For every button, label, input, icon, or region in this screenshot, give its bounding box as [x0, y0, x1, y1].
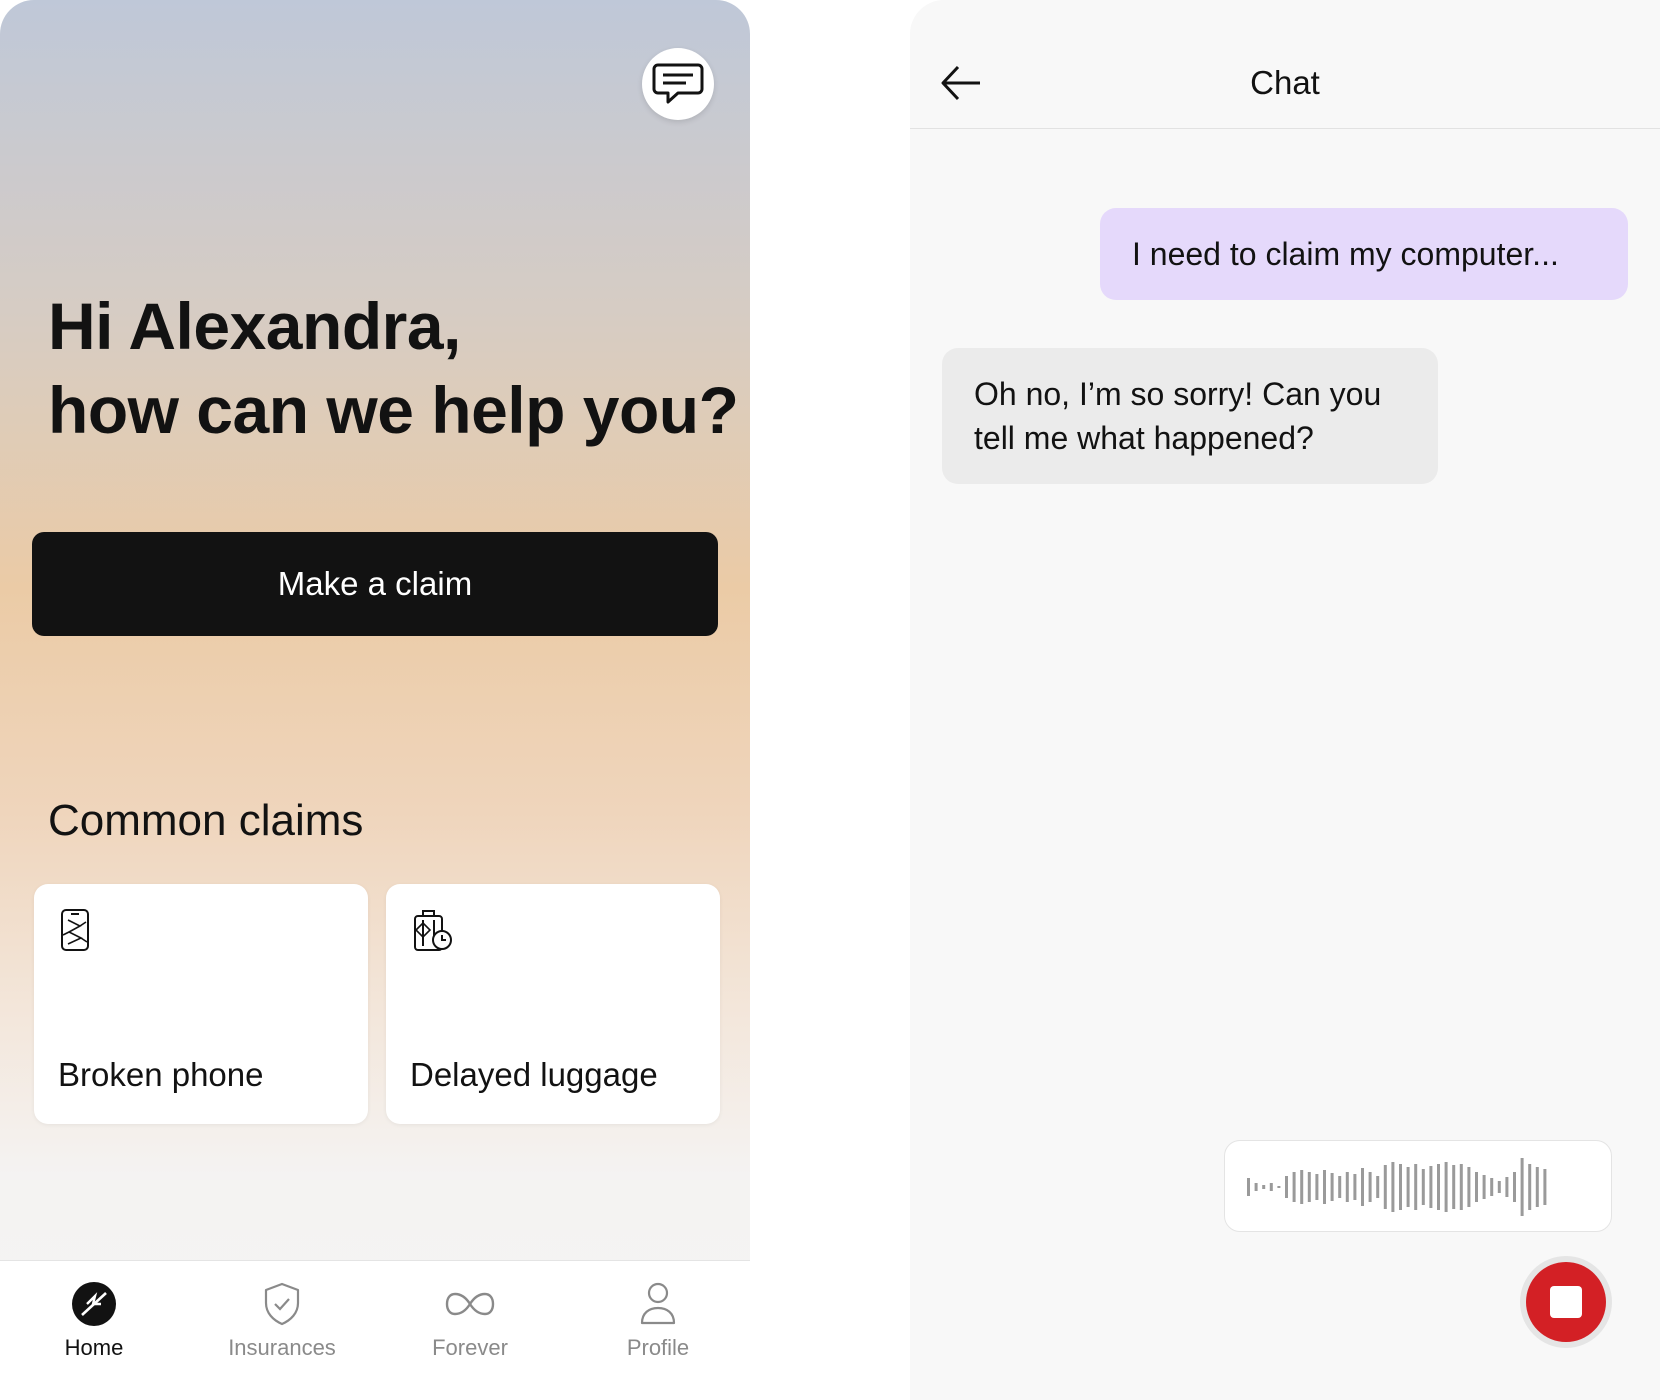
- waveform-bar: [1399, 1164, 1402, 1210]
- greeting-line-1: Hi Alexandra,: [48, 289, 461, 363]
- stop-recording-button[interactable]: [1520, 1256, 1612, 1348]
- waveform-bar: [1254, 1183, 1258, 1191]
- waveform-bar: [1315, 1174, 1319, 1200]
- waveform-bar: [1520, 1158, 1524, 1216]
- waveform-bar: [1543, 1169, 1547, 1205]
- waveform-bar: [1535, 1167, 1539, 1207]
- waveform-bar: [1383, 1165, 1387, 1209]
- claim-card-broken-phone[interactable]: Broken phone: [34, 884, 368, 1124]
- waveform-bar: [1376, 1176, 1380, 1198]
- waveform-bar: [1323, 1170, 1326, 1204]
- waveform-bar: [1444, 1162, 1448, 1212]
- assistant-message: Oh no, I’m so sorry! Can you tell me wha…: [942, 348, 1438, 484]
- waveform-bar: [1497, 1181, 1501, 1193]
- chat-bubble-icon: [652, 63, 704, 104]
- waveform-bar: [1285, 1176, 1288, 1198]
- nav-label: Profile: [626, 1335, 690, 1360]
- broken-phone-icon: [61, 909, 89, 951]
- delayed-luggage-icon: [414, 910, 452, 951]
- voice-input-recording[interactable]: [1224, 1140, 1612, 1232]
- waveform-bar: [1505, 1177, 1509, 1197]
- chat-header: Chat: [910, 0, 1660, 129]
- nav-item-insurances[interactable]: Insurances: [188, 1261, 376, 1400]
- shield-check-icon: [264, 1282, 300, 1326]
- waveform-bar: [1475, 1172, 1478, 1202]
- bottom-navigation: Home Insurances Forever Profile: [0, 1260, 750, 1400]
- open-chat-button[interactable]: [642, 48, 714, 120]
- greeting-heading: Hi Alexandra, how can we help you?: [48, 284, 739, 452]
- waveform-bar: [1452, 1165, 1456, 1209]
- infinity-icon: [445, 1292, 495, 1316]
- waveform-bar: [1353, 1174, 1357, 1200]
- person-icon: [640, 1282, 676, 1325]
- waveform-icon: [1247, 1158, 1547, 1216]
- waveform-bar: [1528, 1164, 1532, 1210]
- home-icon: [72, 1282, 116, 1326]
- waveform-bar: [1459, 1164, 1463, 1210]
- make-claim-button[interactable]: Make a claim: [32, 532, 718, 636]
- waveform-bar: [1414, 1164, 1418, 1210]
- waveform-bar: [1345, 1172, 1349, 1202]
- chat-title: Chat: [1250, 64, 1320, 101]
- nav-label: Forever: [432, 1335, 508, 1360]
- waveform-bar: [1247, 1178, 1250, 1196]
- user-message: I need to claim my computer...: [1100, 208, 1628, 300]
- waveform-bar: [1292, 1172, 1296, 1202]
- waveform-bar: [1490, 1178, 1494, 1196]
- waveform-bar: [1482, 1175, 1486, 1199]
- stop-icon: [1550, 1286, 1582, 1318]
- nav-label: Insurances: [228, 1335, 336, 1360]
- waveform-bar: [1307, 1172, 1311, 1202]
- waveform-bar: [1437, 1164, 1440, 1210]
- waveform-bar: [1368, 1172, 1372, 1202]
- waveform-bar: [1467, 1167, 1471, 1207]
- home-screen: Hi Alexandra, how can we help you? Make …: [0, 0, 750, 1400]
- waveform-bar: [1269, 1183, 1273, 1191]
- waveform-bar: [1391, 1162, 1395, 1212]
- waveform-bar: [1513, 1172, 1516, 1202]
- waveform-bar: [1361, 1168, 1364, 1206]
- waveform-bar: [1262, 1185, 1266, 1189]
- common-claims-title: Common claims: [48, 796, 364, 845]
- waveform-bar: [1421, 1169, 1425, 1205]
- chat-screen: Chat I need to claim my computer... Oh n…: [910, 0, 1660, 1400]
- claim-card-delayed-luggage[interactable]: Delayed luggage: [386, 884, 720, 1124]
- claim-card-label: Delayed luggage: [410, 1056, 658, 1093]
- greeting-line-2: how can we help you?: [48, 373, 739, 447]
- nav-label: Home: [64, 1335, 124, 1360]
- waveform-bar: [1406, 1167, 1410, 1207]
- nav-item-forever[interactable]: Forever: [376, 1261, 564, 1400]
- waveform-bar: [1300, 1170, 1304, 1204]
- waveform-bar: [1277, 1186, 1281, 1188]
- claim-card-label: Broken phone: [58, 1056, 264, 1093]
- waveform-bar: [1330, 1173, 1334, 1201]
- waveform-bar: [1338, 1176, 1342, 1198]
- nav-item-profile[interactable]: Profile: [564, 1261, 750, 1400]
- waveform-bar: [1429, 1166, 1433, 1208]
- record-ring: [1526, 1262, 1606, 1342]
- nav-item-home[interactable]: Home: [0, 1261, 188, 1400]
